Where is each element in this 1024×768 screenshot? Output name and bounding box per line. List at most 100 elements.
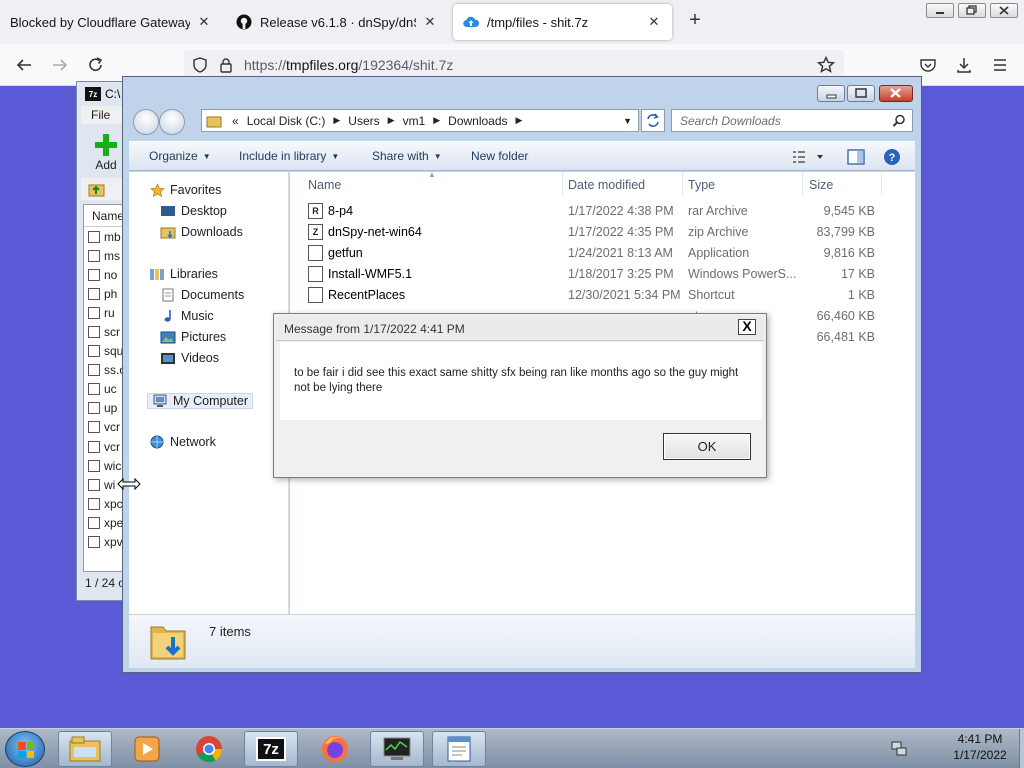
- documents-icon: [160, 288, 176, 302]
- nav-music[interactable]: Music: [160, 309, 214, 323]
- breadcrumb-local-disk[interactable]: Local Disk (C:): [247, 114, 326, 128]
- refresh-icon[interactable]: [641, 109, 665, 132]
- start-button[interactable]: [5, 731, 45, 767]
- back-icon[interactable]: [12, 53, 36, 77]
- file-name: xpc: [104, 496, 123, 511]
- explorer-minimize-button[interactable]: [817, 85, 845, 102]
- new-folder-button[interactable]: New folder: [471, 149, 528, 163]
- file-name: no: [104, 267, 118, 282]
- search-icon[interactable]: [892, 114, 906, 128]
- forward-arrow-icon[interactable]: [159, 109, 185, 135]
- column-divider[interactable]: [562, 172, 563, 196]
- taskbar-firefox[interactable]: [308, 731, 362, 767]
- taskbar-chrome[interactable]: [182, 731, 236, 767]
- nav-desktop[interactable]: Desktop: [160, 204, 227, 218]
- address-row: « Local Disk (C:) ▶ Users ▶ vm1 ▶ Downloads…: [123, 107, 923, 137]
- system-clock[interactable]: 4:41 PM 1/17/2022: [940, 731, 1020, 767]
- breadcrumb-vm1[interactable]: vm1: [403, 114, 426, 128]
- address-bar[interactable]: « Local Disk (C:) ▶ Users ▶ vm1 ▶ Downloads…: [201, 109, 639, 132]
- downloads-icon[interactable]: [952, 53, 976, 77]
- view-options-icon[interactable]: [791, 149, 825, 165]
- nav-libraries[interactable]: Libraries: [149, 267, 218, 281]
- table-row[interactable]: ZdnSpy-net-win64 1/17/2022 4:35 PM zip Arc…: [290, 222, 915, 243]
- breadcrumb-overflow[interactable]: «: [232, 114, 239, 128]
- chevron-right-icon[interactable]: ▶: [388, 115, 395, 126]
- table-row[interactable]: getfun 1/24/2021 8:13 AM Application 9,816 …: [290, 243, 915, 264]
- taskbar-media-player[interactable]: [120, 731, 174, 767]
- restore-button[interactable]: [958, 3, 986, 18]
- tab-cloudflare-blocked[interactable]: Blocked by Cloudflare Gateway ✕: [0, 4, 222, 40]
- videos-icon: [160, 351, 176, 365]
- breadcrumb-downloads[interactable]: Downloads: [448, 114, 507, 128]
- file-name: wic: [104, 458, 122, 473]
- nav-my-computer[interactable]: My Computer: [147, 393, 254, 409]
- close-tab-icon[interactable]: ✕: [646, 14, 662, 30]
- pocket-icon[interactable]: [916, 53, 940, 77]
- show-desktop-button[interactable]: [1019, 729, 1024, 768]
- cell-size: 83,799 KB: [816, 225, 875, 239]
- table-row[interactable]: R 8-p4 1/17/2022 4:38 PM rar Archive 9,545 K…: [290, 201, 915, 222]
- menu-icon[interactable]: [988, 53, 1012, 77]
- nav-downloads[interactable]: Downloads: [160, 225, 243, 239]
- nav-network[interactable]: Network: [149, 435, 216, 449]
- file-icon: [88, 478, 100, 491]
- search-input[interactable]: Search Downloads: [671, 109, 913, 132]
- back-forward-group: [133, 109, 189, 135]
- clock-time: 4:41 PM: [957, 732, 1003, 746]
- minimize-button[interactable]: [926, 3, 954, 18]
- file-name: scr: [104, 325, 120, 340]
- menu-file[interactable]: File: [91, 108, 110, 122]
- tab-label: /tmp/files - shit.7z: [487, 14, 589, 30]
- table-row[interactable]: Install-WMF5.1 1/18/2017 3:25 PM Windows P…: [290, 264, 915, 285]
- nav-favorites[interactable]: Favorites: [149, 182, 221, 197]
- dialog-close-button[interactable]: X: [738, 319, 756, 335]
- chevron-right-icon[interactable]: ▶: [333, 115, 340, 126]
- back-arrow-icon[interactable]: [133, 109, 159, 135]
- nav-videos[interactable]: Videos: [160, 351, 219, 365]
- window-close-button[interactable]: [990, 3, 1018, 18]
- chevron-right-icon[interactable]: ▶: [516, 115, 523, 126]
- column-divider[interactable]: [682, 172, 683, 196]
- bookmark-star-icon[interactable]: [814, 53, 838, 77]
- tracking-shield-icon[interactable]: [188, 53, 212, 77]
- column-divider[interactable]: [802, 172, 803, 196]
- reload-icon[interactable]: [84, 53, 108, 77]
- preview-pane-icon[interactable]: [847, 149, 865, 165]
- column-divider[interactable]: [881, 172, 882, 196]
- taskbar-task-manager[interactable]: [370, 731, 424, 767]
- chevron-down-icon[interactable]: ▼: [623, 116, 632, 126]
- nav-pictures[interactable]: Pictures: [160, 330, 226, 344]
- forward-icon[interactable]: [48, 53, 72, 77]
- taskbar-7zip[interactable]: 7z: [244, 731, 298, 767]
- file-name: xpv: [104, 535, 123, 550]
- explorer-maximize-button[interactable]: [847, 85, 875, 102]
- taskbar-notepad[interactable]: [432, 731, 486, 767]
- column-header-type[interactable]: Type: [688, 172, 715, 196]
- new-tab-button[interactable]: +: [684, 10, 706, 32]
- ok-button[interactable]: OK: [663, 433, 751, 460]
- table-row[interactable]: RecentPlaces 12/30/2021 5:34 PM Shortcut 1 …: [290, 285, 915, 306]
- close-tab-icon[interactable]: ✕: [196, 14, 212, 30]
- column-header-name[interactable]: Name: [308, 172, 341, 196]
- taskbar-explorer[interactable]: [58, 731, 112, 767]
- explorer-close-button[interactable]: [879, 85, 913, 102]
- taskbar: 7z 4:41 PM 1/17/2022: [0, 728, 1024, 768]
- network-tray-icon[interactable]: [890, 740, 908, 758]
- cell-size: 9,545 KB: [823, 204, 875, 218]
- chevron-right-icon[interactable]: ▶: [433, 115, 440, 126]
- add-button[interactable]: Add: [91, 134, 121, 172]
- close-tab-icon[interactable]: ✕: [422, 14, 438, 30]
- windows-logo-icon: [18, 742, 34, 758]
- tab-dnspy-release[interactable]: Release v6.1.8 · dnSpy/dnSpy · G ✕: [226, 4, 448, 40]
- breadcrumb-users[interactable]: Users: [348, 114, 379, 128]
- share-with-menu[interactable]: Share with ▼: [372, 149, 442, 163]
- nav-documents[interactable]: Documents: [160, 288, 244, 302]
- organize-menu[interactable]: Organize ▼: [149, 149, 211, 163]
- column-header-date[interactable]: Date modified: [568, 172, 645, 196]
- include-in-library-menu[interactable]: Include in library ▼: [239, 149, 339, 163]
- folder-up-icon[interactable]: [87, 180, 107, 198]
- tab-tmpfiles[interactable]: /tmp/files - shit.7z ✕: [453, 4, 672, 40]
- column-header-size[interactable]: Size: [809, 172, 833, 196]
- lock-icon[interactable]: [214, 53, 238, 77]
- help-icon[interactable]: ?: [883, 148, 901, 166]
